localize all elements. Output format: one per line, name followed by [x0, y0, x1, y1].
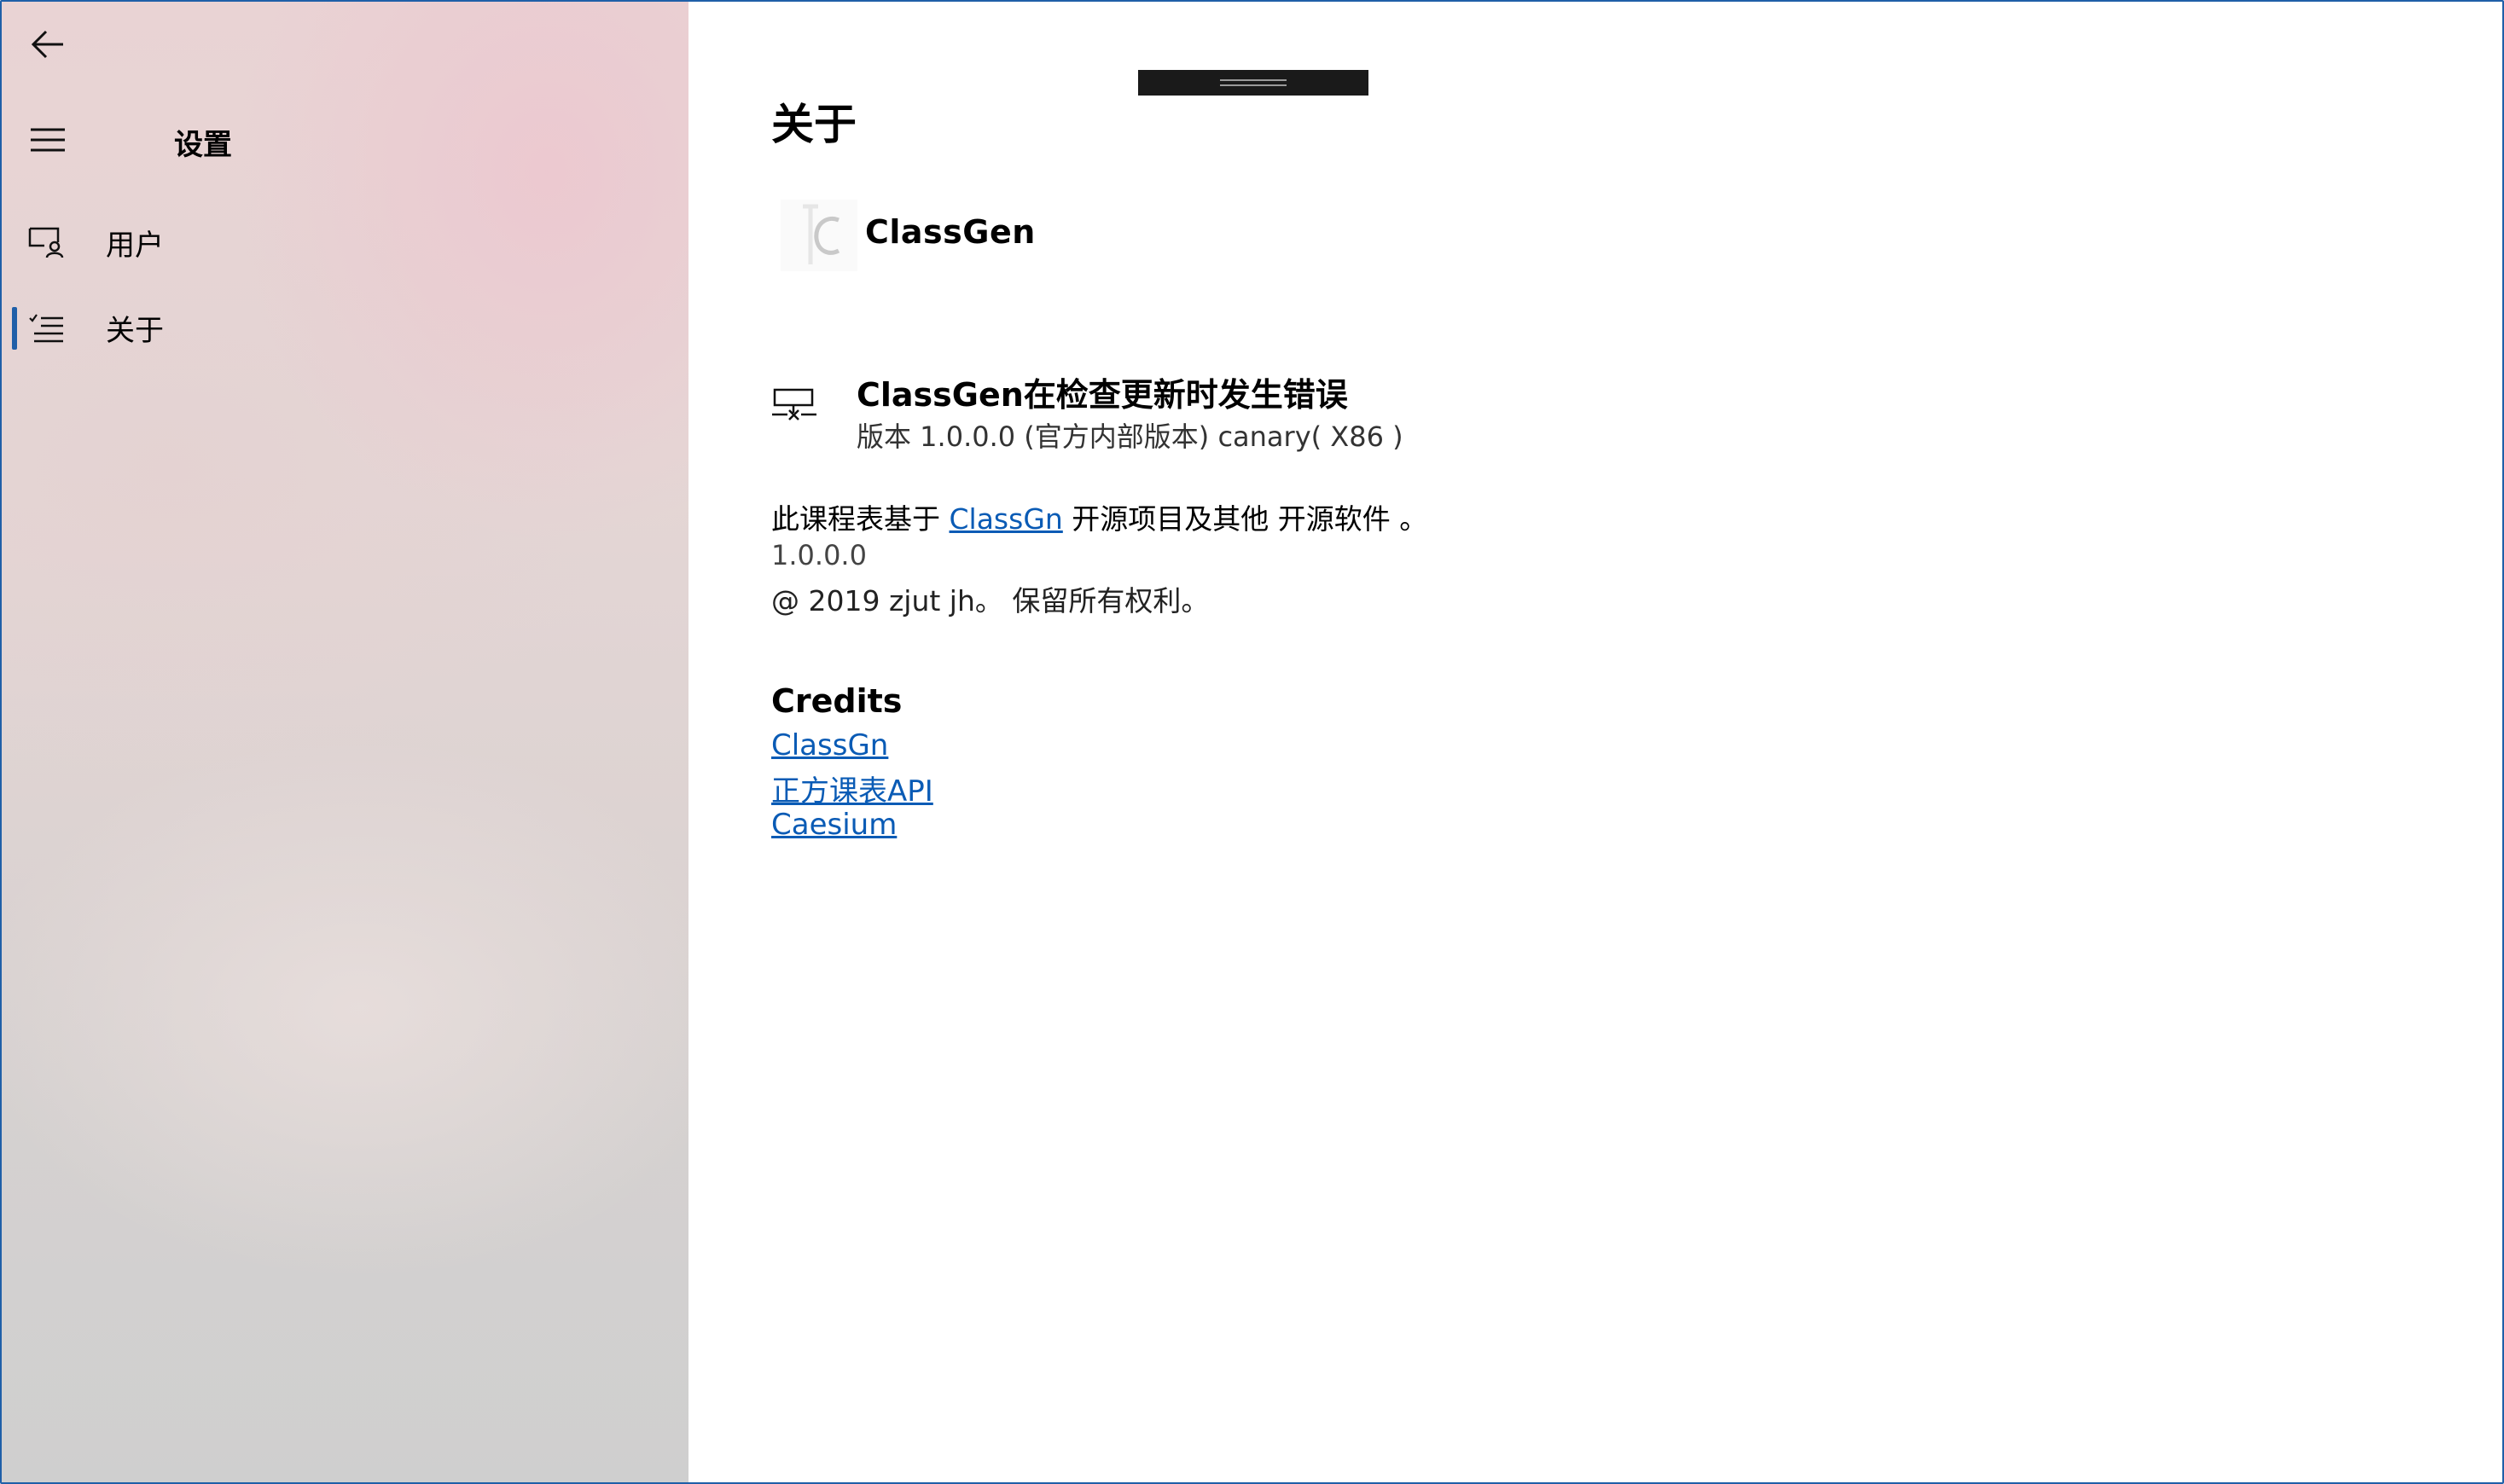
nav-label-about: 关于	[106, 313, 164, 348]
app-logo-icon	[781, 200, 857, 271]
content-pane: 关于 ClassGen ClassGen在检查更新时发生错误 版本 1.0.0.…	[688, 2, 2502, 1482]
credit-link-zhengfang-api[interactable]: 正方课表API	[771, 768, 933, 809]
version-number: 1.0.0.0	[771, 539, 867, 571]
checklist-icon	[29, 314, 63, 343]
about-description: 此课程表基于 ClassGn 开源项目及其他 开源软件 。	[771, 496, 1427, 537]
credit-link-classgn[interactable]: ClassGn	[771, 728, 888, 762]
drag-handle[interactable]	[1138, 70, 1368, 96]
hamburger-menu-button[interactable]	[17, 109, 78, 171]
navigation-pane: 设置 用户 关于	[2, 2, 688, 1482]
user-settings-icon	[28, 227, 64, 258]
settings-title: 设置	[174, 128, 232, 162]
nav-item-users[interactable]: 用户	[2, 206, 688, 278]
app-name: ClassGen	[865, 213, 1036, 251]
app-window: 设置 用户 关于 关于 ClassGen ClassGen在检查更新时发生错误 …	[0, 0, 2504, 1484]
credit-link-caesium[interactable]: Caesium	[771, 808, 897, 842]
nav-item-about[interactable]: 关于	[2, 292, 688, 363]
back-button[interactable]	[17, 14, 78, 75]
description-suffix: 开源项目及其他 开源软件 。	[1062, 502, 1428, 536]
update-status-title: ClassGen在检查更新时发生错误	[857, 376, 1348, 414]
hamburger-icon	[31, 128, 65, 152]
update-error-icon	[772, 388, 816, 420]
credits-heading: Credits	[771, 682, 903, 720]
back-arrow-icon	[31, 30, 63, 59]
selection-indicator	[12, 307, 17, 350]
version-info: 版本 1.0.0.0 (官方内部版本) canary( X86 )	[857, 420, 1403, 453]
page-title: 关于	[771, 100, 857, 149]
description-prefix: 此课程表基于	[771, 502, 950, 536]
copyright-text: @ 2019 zjut jh。 保留所有权利。	[771, 584, 1210, 617]
nav-label-users: 用户	[106, 228, 164, 263]
classgn-project-link[interactable]: ClassGn	[950, 502, 1063, 536]
